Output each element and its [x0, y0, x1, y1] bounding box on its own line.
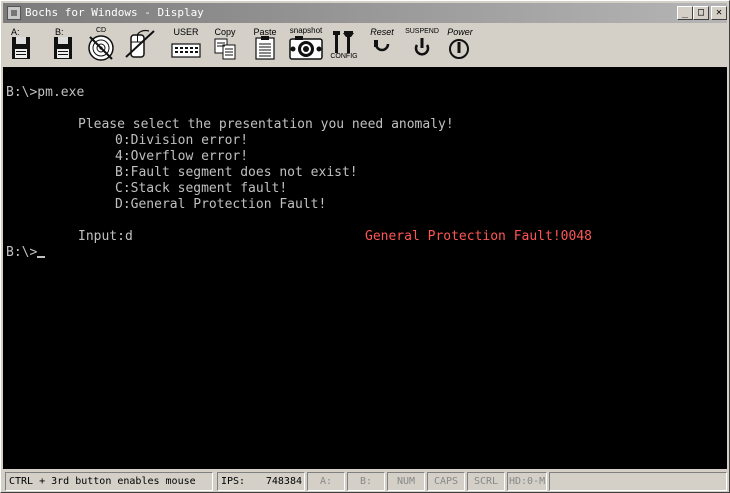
console-line: D:General Protection Fault!: [115, 197, 327, 212]
suspend-label: SUSPEND: [405, 28, 439, 35]
status-spacer: [549, 472, 727, 491]
mouse-hint: CTRL + 3rd button enables mouse: [5, 472, 213, 491]
snapshot-label: snapshot: [289, 26, 323, 35]
caps-lock-indicator: CAPS: [427, 472, 465, 491]
copy-label: Copy: [214, 27, 236, 37]
drive-b-indicator: B:: [347, 472, 385, 491]
cdrom-label: CD: [95, 27, 107, 34]
ips-panel: IPS: 748384: [217, 472, 305, 491]
console-line: 0:Division error!: [115, 133, 249, 148]
error-message: General Protection Fault!0048: [365, 229, 592, 244]
floppy-b-label: B:: [55, 27, 64, 37]
floppy-b-button[interactable]: B:: [49, 27, 77, 63]
paste-label: Paste: [253, 27, 277, 37]
app-icon[interactable]: [7, 6, 21, 20]
paste-button[interactable]: Paste: [251, 27, 279, 63]
console-line: C:Stack segment fault!: [115, 181, 288, 196]
drive-a-indicator: A:: [307, 472, 345, 491]
ips-label: IPS:: [221, 476, 246, 487]
status-bar: CTRL + 3rd button enables mouse IPS: 748…: [3, 471, 727, 492]
hard-disk-indicator: HD:0-M: [507, 472, 547, 491]
toolbar: A: B: CD USER Copy Paste snapshot CONFIG…: [3, 25, 727, 65]
copy-button[interactable]: Copy: [211, 27, 239, 63]
console-prompt: B:\>: [6, 245, 46, 261]
config-button[interactable]: CONFIG: [329, 27, 359, 63]
user-button[interactable]: USER: [169, 27, 203, 63]
title-bar[interactable]: Bochs for Windows - Display _ □ ✕: [3, 3, 727, 23]
suspend-button[interactable]: SUSPEND: [405, 27, 439, 63]
floppy-a-label: A:: [11, 27, 20, 37]
console-display[interactable]: B:\>pm.exe Please select the presentatio…: [3, 67, 727, 469]
text-cursor: [37, 256, 46, 258]
window-title: Bochs for Windows - Display: [25, 6, 204, 19]
user-label: USER: [173, 27, 199, 37]
reset-label: Reset: [370, 27, 394, 37]
minimize-button[interactable]: _: [677, 6, 693, 20]
console-line: Input:d: [78, 229, 133, 244]
console-line: 4:Overflow error!: [115, 149, 249, 164]
floppy-a-button[interactable]: A:: [7, 27, 35, 63]
mouse-button[interactable]: [123, 27, 157, 63]
console-line: B:Fault segment does not exist!: [115, 165, 358, 180]
cdrom-button[interactable]: CD: [85, 27, 117, 63]
prompt-text: B:\>: [6, 245, 38, 260]
ips-value: 748384: [265, 476, 302, 487]
mouse-icon: [125, 29, 155, 58]
config-label: CONFIG: [330, 53, 358, 60]
bochs-window: Bochs for Windows - Display _ □ ✕ A: B:: [0, 0, 730, 493]
scroll-lock-indicator: SCRL: [467, 472, 505, 491]
num-lock-indicator: NUM: [387, 472, 425, 491]
maximize-button[interactable]: □: [693, 6, 709, 20]
close-button[interactable]: ✕: [711, 6, 727, 20]
console-line: Please select the presentation you need …: [78, 117, 454, 132]
power-label: Power: [447, 27, 473, 37]
snapshot-button[interactable]: snapshot: [287, 26, 325, 63]
power-button[interactable]: Power: [443, 27, 477, 63]
reset-button[interactable]: Reset: [367, 27, 397, 63]
console-line: B:\>pm.exe: [6, 85, 85, 100]
